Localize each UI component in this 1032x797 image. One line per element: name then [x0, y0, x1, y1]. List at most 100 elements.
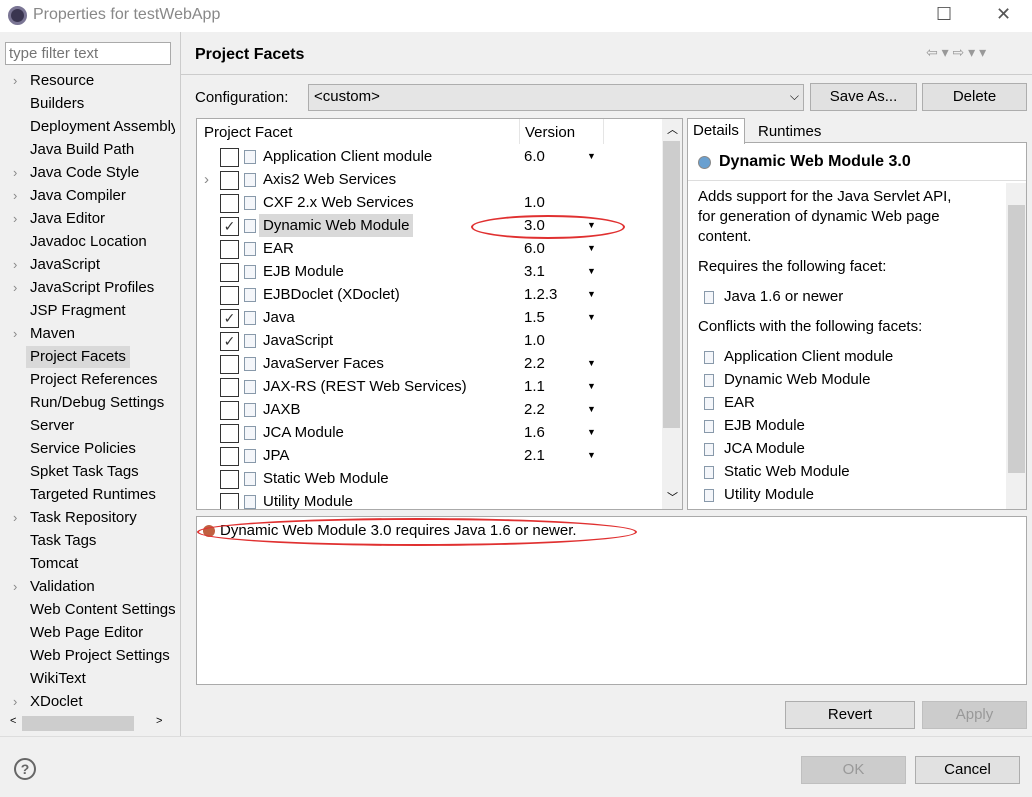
- facet-checkbox[interactable]: [220, 171, 239, 190]
- facet-row[interactable]: Static Web Module: [197, 467, 662, 490]
- facet-row[interactable]: ✓ JavaScript 1.0: [197, 329, 662, 352]
- tree-item[interactable]: Targeted Runtimes: [30, 484, 175, 506]
- tree-item[interactable]: JavaScript: [30, 254, 175, 276]
- tree-item[interactable]: Server: [30, 415, 175, 437]
- tree-item[interactable]: WikiText: [30, 668, 175, 690]
- facet-version[interactable]: 6.0: [524, 145, 545, 168]
- facet-version[interactable]: 1.6: [524, 421, 545, 444]
- expand-arrow-icon[interactable]: ›: [13, 507, 17, 529]
- tree-item[interactable]: Javadoc Location: [30, 231, 175, 253]
- dropdown-arrow-icon[interactable]: ▼: [587, 260, 596, 283]
- tree-item[interactable]: Java Build Path: [30, 139, 175, 161]
- tree-item[interactable]: Java Code Style: [30, 162, 175, 184]
- tree-item[interactable]: Task Repository: [30, 507, 175, 529]
- delete-button[interactable]: Delete: [922, 83, 1027, 111]
- ok-button[interactable]: OK: [801, 756, 906, 784]
- facet-row[interactable]: CXF 2.x Web Services 1.0: [197, 191, 662, 214]
- navigation-arrows[interactable]: ⇦ ▾ ⇨ ▾ ▾: [926, 44, 986, 61]
- tree-item[interactable]: Maven: [30, 323, 175, 345]
- expand-arrow-icon[interactable]: ›: [204, 168, 209, 191]
- maximize-button[interactable]: ☐: [936, 4, 952, 25]
- tree-item[interactable]: Service Policies: [30, 438, 175, 460]
- dropdown-arrow-icon[interactable]: ▼: [587, 375, 596, 398]
- facet-checkbox[interactable]: [220, 378, 239, 397]
- facet-row[interactable]: JAXB 2.2 ▼: [197, 398, 662, 421]
- facet-checkbox[interactable]: [220, 447, 239, 466]
- scrollbar-thumb[interactable]: [22, 716, 134, 731]
- expand-arrow-icon[interactable]: ›: [13, 576, 17, 598]
- facet-version[interactable]: 6.0: [524, 237, 545, 260]
- tree-item[interactable]: XDoclet: [30, 691, 175, 713]
- tree-item[interactable]: Run/Debug Settings: [30, 392, 175, 414]
- facet-row[interactable]: › Axis2 Web Services: [197, 168, 662, 191]
- facet-row[interactable]: ✓ Java 1.5 ▼: [197, 306, 662, 329]
- dropdown-arrow-icon[interactable]: ▼: [587, 444, 596, 467]
- tree-item[interactable]: Java Compiler: [30, 185, 175, 207]
- expand-arrow-icon[interactable]: ›: [13, 208, 17, 230]
- facet-row[interactable]: JCA Module 1.6 ▼: [197, 421, 662, 444]
- tree-item[interactable]: Web Page Editor: [30, 622, 175, 644]
- facet-version[interactable]: 1.2.3: [524, 283, 557, 306]
- tree-item[interactable]: Deployment Assembly: [30, 116, 175, 138]
- dropdown-arrow-icon[interactable]: ▼: [587, 398, 596, 421]
- tree-item[interactable]: Web Project Settings: [30, 645, 175, 667]
- facet-version[interactable]: 1.1: [524, 375, 545, 398]
- apply-button[interactable]: Apply: [922, 701, 1027, 729]
- facet-checkbox[interactable]: ✓: [220, 309, 239, 328]
- revert-button[interactable]: Revert: [785, 701, 915, 729]
- facet-version[interactable]: 1.5: [524, 306, 545, 329]
- facet-row[interactable]: JAX-RS (REST Web Services) 1.1 ▼: [197, 375, 662, 398]
- expand-arrow-icon[interactable]: ›: [13, 162, 17, 184]
- tree-item[interactable]: JavaScript Profiles: [30, 277, 175, 299]
- dropdown-arrow-icon[interactable]: ▼: [587, 283, 596, 306]
- facet-checkbox[interactable]: [220, 470, 239, 489]
- facet-checkbox[interactable]: [220, 286, 239, 305]
- tree-item[interactable]: JSP Fragment: [30, 300, 175, 322]
- facet-checkbox[interactable]: [220, 263, 239, 282]
- facet-checkbox[interactable]: [220, 240, 239, 259]
- facet-checkbox[interactable]: ✓: [220, 217, 239, 236]
- dropdown-arrow-icon[interactable]: ▼: [587, 237, 596, 260]
- tree-item[interactable]: Task Tags: [30, 530, 175, 552]
- facet-row[interactable]: EJBDoclet (XDoclet) 1.2.3 ▼: [197, 283, 662, 306]
- expand-arrow-icon[interactable]: ›: [13, 254, 17, 276]
- tree-item[interactable]: Tomcat: [30, 553, 175, 575]
- expand-arrow-icon[interactable]: ›: [13, 185, 17, 207]
- tab-details[interactable]: Details: [687, 118, 745, 144]
- column-header-version[interactable]: Version: [525, 124, 575, 141]
- tree-item[interactable]: Spket Task Tags: [30, 461, 175, 483]
- tree-item[interactable]: Web Content Settings: [30, 599, 175, 621]
- dropdown-arrow-icon[interactable]: ▼: [587, 421, 596, 444]
- tree-item[interactable]: Project Facets: [26, 346, 130, 368]
- facet-checkbox[interactable]: [220, 424, 239, 443]
- facet-checkbox[interactable]: [220, 148, 239, 167]
- configuration-combo[interactable]: <custom> ⌵: [308, 84, 804, 111]
- tree-item[interactable]: Validation: [30, 576, 175, 598]
- tree-item[interactable]: Resource: [30, 70, 175, 92]
- facet-row[interactable]: JavaServer Faces 2.2 ▼: [197, 352, 662, 375]
- facet-version[interactable]: 2.2: [524, 352, 545, 375]
- save-as-button[interactable]: Save As...: [810, 83, 917, 111]
- facet-checkbox[interactable]: ✓: [220, 332, 239, 351]
- tree-item[interactable]: Builders: [30, 93, 175, 115]
- facet-checkbox[interactable]: [220, 194, 239, 213]
- facet-checkbox[interactable]: [220, 355, 239, 374]
- facet-row[interactable]: Utility Module: [197, 490, 662, 509]
- facet-checkbox[interactable]: [220, 493, 239, 509]
- facet-row[interactable]: JPA 2.1 ▼: [197, 444, 662, 467]
- expand-arrow-icon[interactable]: ›: [13, 323, 17, 345]
- cancel-button[interactable]: Cancel: [915, 756, 1020, 784]
- facet-checkbox[interactable]: [220, 401, 239, 420]
- facet-row[interactable]: EJB Module 3.1 ▼: [197, 260, 662, 283]
- dropdown-arrow-icon[interactable]: ▼: [587, 306, 596, 329]
- facet-row[interactable]: Application Client module 6.0 ▼: [197, 145, 662, 168]
- facet-row[interactable]: EAR 6.0 ▼: [197, 237, 662, 260]
- tree-item[interactable]: Project References: [30, 369, 175, 391]
- help-icon[interactable]: ?: [14, 758, 36, 780]
- close-button[interactable]: ✕: [996, 4, 1011, 25]
- filter-input[interactable]: [5, 42, 171, 65]
- expand-arrow-icon[interactable]: ›: [13, 691, 17, 713]
- scrollbar-thumb[interactable]: [663, 141, 680, 428]
- column-header-facet[interactable]: Project Facet: [204, 124, 292, 141]
- dropdown-arrow-icon[interactable]: ▼: [587, 145, 596, 168]
